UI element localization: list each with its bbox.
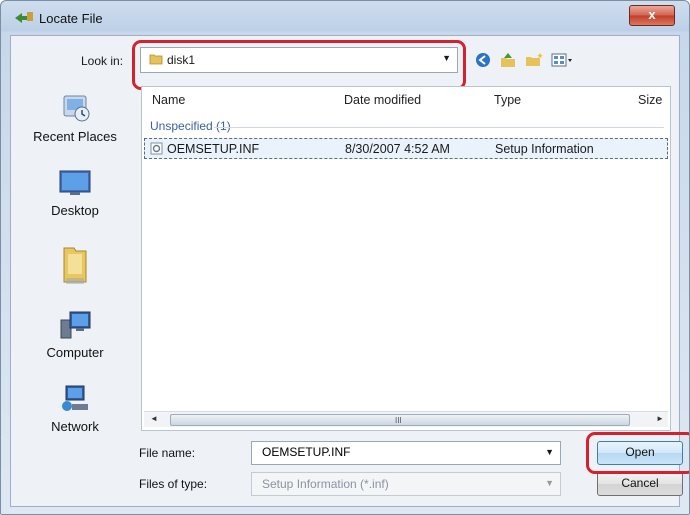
window-title: Locate File <box>39 11 103 26</box>
file-name-label: File name: <box>139 446 196 460</box>
navigation-toolbar <box>475 52 573 68</box>
chevron-down-icon[interactable]: ▼ <box>545 478 554 488</box>
place-label: Computer <box>46 345 104 360</box>
title-bar[interactable]: Locate File x <box>1 1 689 35</box>
column-header-type[interactable]: Type <box>494 93 521 107</box>
place-recent-places[interactable]: Recent Places <box>11 92 139 144</box>
place-label: Network <box>51 419 99 434</box>
network-icon <box>62 385 88 411</box>
column-header-size[interactable]: Size <box>638 93 662 107</box>
place-label: Recent Places <box>33 129 117 144</box>
recent-places-icon <box>63 95 90 122</box>
desktop-icon <box>59 170 91 195</box>
place-label: Desktop <box>51 203 99 218</box>
back-icon[interactable] <box>475 52 491 68</box>
places-bar: Recent Places Desktop Computer Network <box>11 86 139 496</box>
group-divider <box>214 127 664 128</box>
place-desktop[interactable]: Desktop <box>11 168 139 218</box>
up-folder-icon[interactable] <box>499 52 517 68</box>
horizontal-scrollbar[interactable]: ◄ III ► <box>144 411 668 427</box>
scrollbar-grip: III <box>395 416 402 425</box>
user-folder-icon <box>63 247 87 284</box>
place-user-folder[interactable] <box>11 242 139 291</box>
look-in-highlight-annotation <box>132 40 466 90</box>
file-type-dropdown[interactable]: Setup Information (*.inf) ▼ <box>251 472 561 496</box>
file-type: Setup Information <box>495 142 594 156</box>
group-header[interactable]: Unspecified (1) <box>150 119 231 133</box>
file-name: OEMSETUP.INF <box>167 142 260 156</box>
look-in-label: Look in: <box>81 54 124 68</box>
file-name-input[interactable] <box>252 442 542 462</box>
new-folder-icon[interactable] <box>525 52 543 68</box>
table-row[interactable]: OEMSETUP.INF 8/30/2007 4:52 AM Setup Inf… <box>144 138 668 159</box>
close-button[interactable]: x <box>629 5 675 26</box>
dialog-app-icon <box>15 12 33 23</box>
scroll-left-icon[interactable]: ◄ <box>150 414 158 423</box>
column-header-name[interactable]: Name <box>152 93 185 107</box>
column-header-date-modified[interactable]: Date modified <box>344 93 421 107</box>
views-menu-icon[interactable] <box>551 53 573 67</box>
setup-information-file-icon <box>150 142 163 155</box>
place-computer[interactable]: Computer <box>11 310 139 360</box>
file-type-label: Files of type: <box>139 477 208 491</box>
scroll-right-icon[interactable]: ► <box>656 414 664 423</box>
file-list[interactable]: Name Date modified Type Size Unspecified… <box>141 86 671 431</box>
scrollbar-thumb[interactable]: III <box>170 414 630 426</box>
chevron-down-icon[interactable]: ▼ <box>545 447 554 457</box>
file-name-field[interactable]: ▼ <box>251 441 561 465</box>
place-network[interactable]: Network <box>11 384 139 434</box>
cancel-button[interactable]: Cancel <box>597 472 683 496</box>
computer-icon <box>60 311 91 339</box>
open-button-highlight-annotation <box>586 432 689 474</box>
file-date: 8/30/2007 4:52 AM <box>345 142 450 156</box>
close-icon: x <box>648 7 656 22</box>
file-type-value: Setup Information (*.inf) <box>262 477 389 491</box>
dialog-body: Look in: disk1 ▼ Recent Places Desktop C… <box>10 35 689 507</box>
locate-file-dialog: Locate File x Look in: disk1 ▼ Recent Pl… <box>0 0 690 515</box>
